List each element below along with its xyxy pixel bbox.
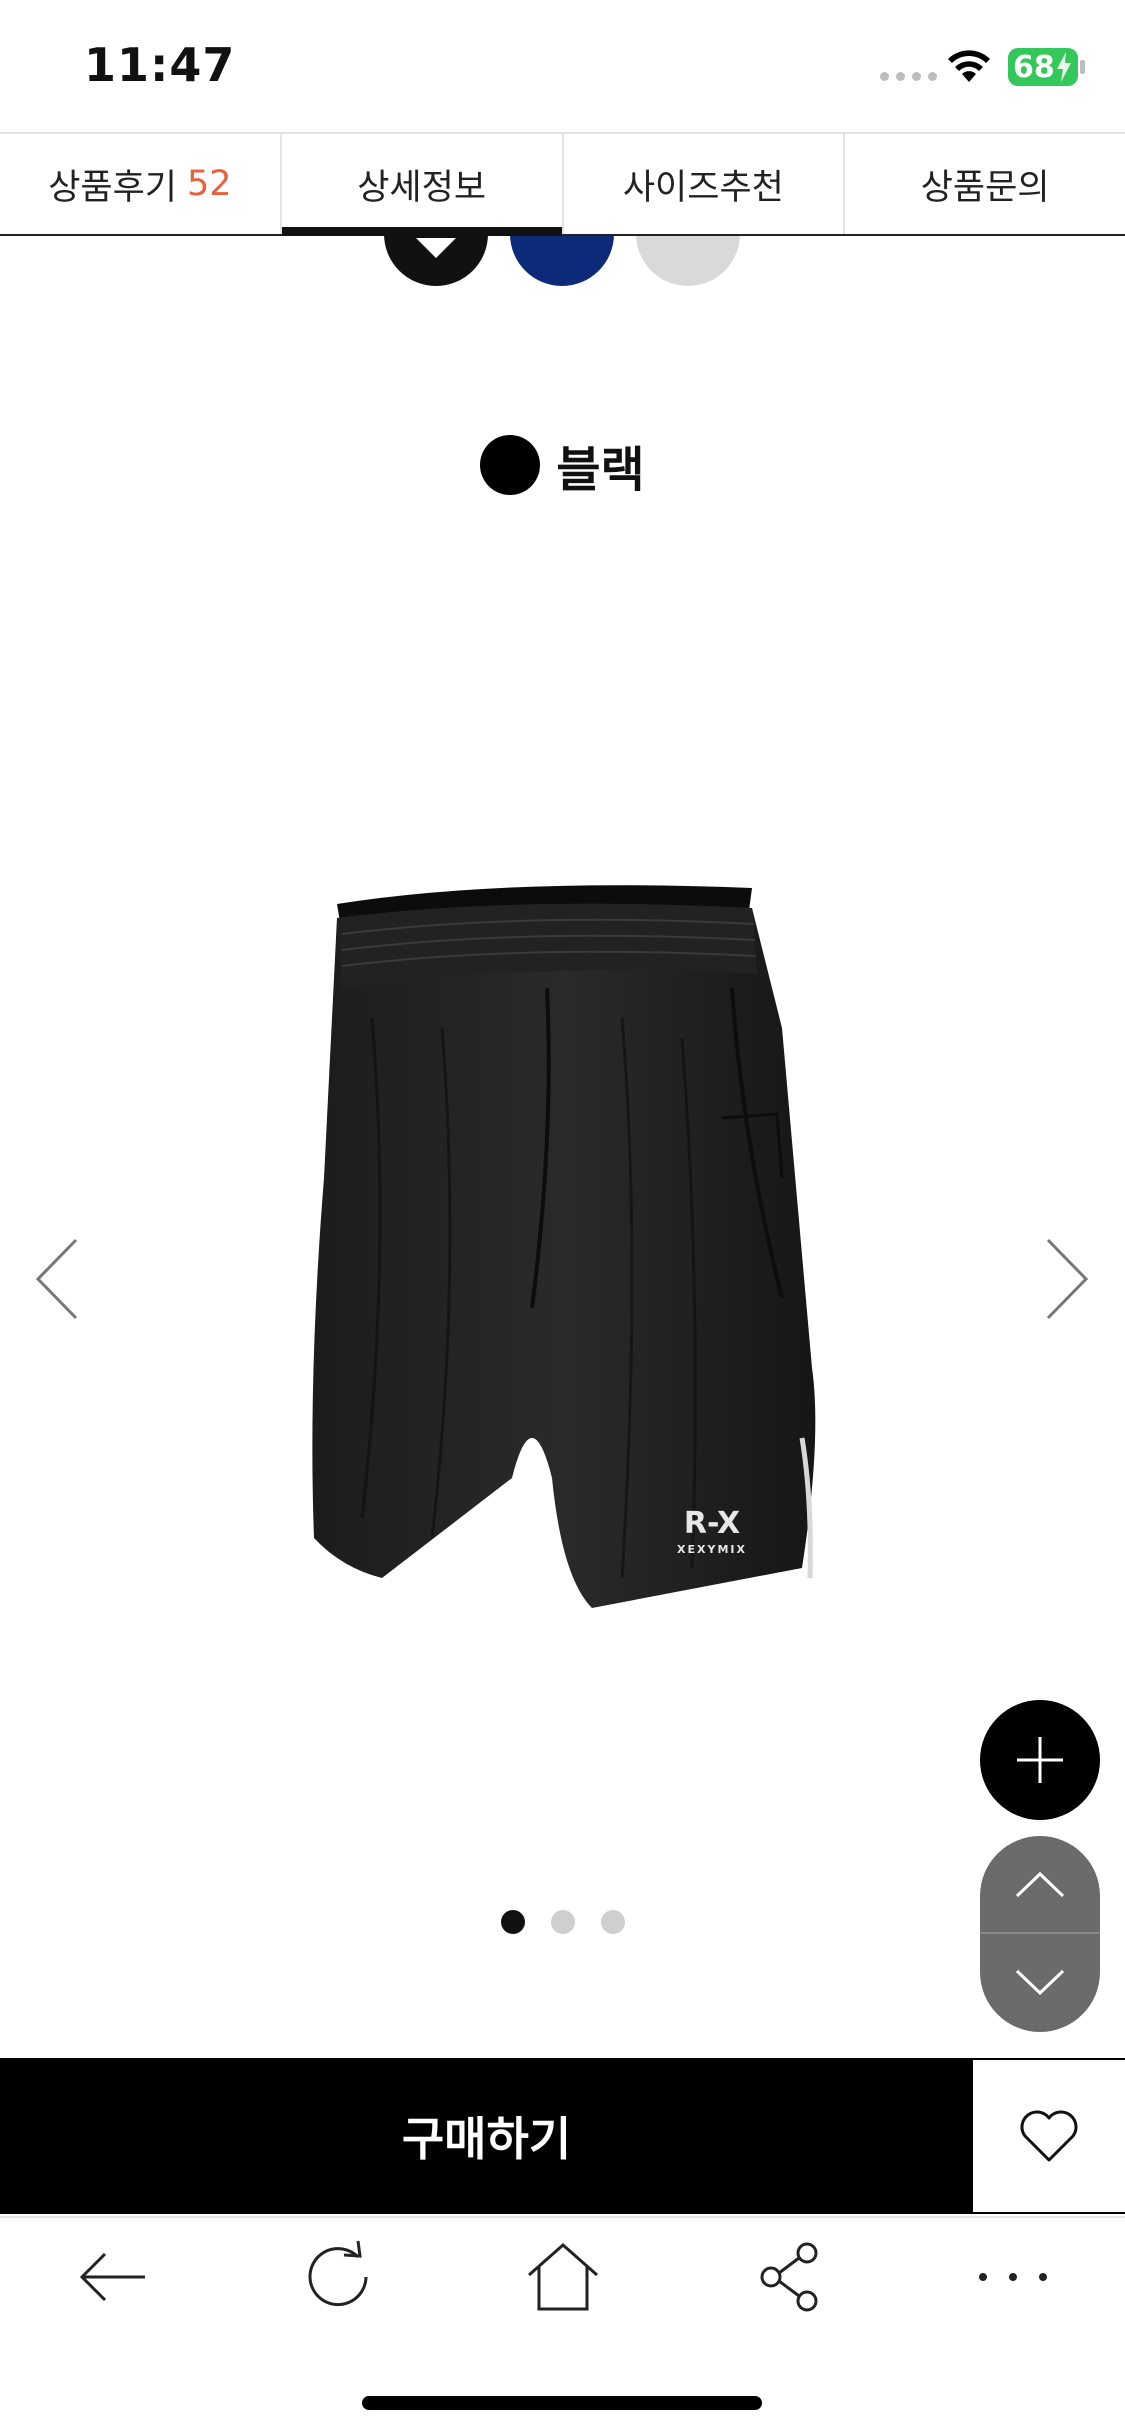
home-indicator bbox=[362, 2396, 762, 2410]
back-arrow-icon bbox=[79, 2252, 145, 2302]
add-button[interactable] bbox=[980, 1700, 1100, 1820]
battery-cap bbox=[1080, 60, 1085, 74]
charging-bolt-icon bbox=[1057, 52, 1071, 82]
wifi-icon bbox=[948, 50, 990, 82]
tab-details[interactable]: 상세정보 bbox=[281, 134, 564, 236]
chevron-up-icon bbox=[1015, 1871, 1065, 1898]
tab-details-label: 상세정보 bbox=[357, 167, 487, 208]
scroll-bottom-button[interactable] bbox=[980, 1934, 1100, 2032]
selected-check-icon bbox=[416, 238, 456, 258]
product-tabs: 상품후기 52 상세정보 사이즈추천 상품문의 bbox=[0, 132, 1125, 236]
status-time: 11:47 bbox=[84, 38, 236, 92]
more-icon bbox=[978, 2273, 1047, 2281]
tab-reviews-label: 상품후기 bbox=[48, 167, 177, 208]
browser-toolbar bbox=[0, 2216, 1125, 2336]
product-image[interactable]: R-X XEXYMIX bbox=[262, 878, 862, 1618]
share-button[interactable] bbox=[728, 2227, 848, 2327]
carousel-dot[interactable] bbox=[500, 1910, 525, 1934]
product-brand: XEXYMIX bbox=[677, 1543, 747, 1556]
share-icon bbox=[760, 2242, 817, 2312]
plus-icon bbox=[1017, 1737, 1063, 1783]
chevron-down-icon bbox=[1015, 1969, 1065, 1996]
back-button[interactable] bbox=[53, 2227, 173, 2327]
cellular-signal-icon bbox=[880, 72, 937, 81]
tab-size-recommend[interactable]: 사이즈추천 bbox=[564, 134, 846, 234]
carousel-dot[interactable] bbox=[600, 1910, 625, 1934]
carousel-prev-icon[interactable] bbox=[30, 1236, 84, 1322]
tab-inquiry-label: 상품문의 bbox=[920, 167, 1050, 208]
review-count: 52 bbox=[187, 164, 232, 204]
purchase-bar: 구매하기 bbox=[0, 2058, 1125, 2214]
scroll-top-button[interactable] bbox=[980, 1836, 1100, 1934]
battery-level: 68 bbox=[1013, 49, 1055, 85]
refresh-icon bbox=[308, 2240, 367, 2307]
status-bar: 11:47 68 bbox=[0, 0, 1125, 132]
color-name: 블랙 bbox=[556, 442, 645, 498]
carousel-dot[interactable] bbox=[550, 1910, 575, 1934]
scroll-controls bbox=[980, 1836, 1100, 2032]
home-icon bbox=[527, 2242, 598, 2311]
color-dot bbox=[480, 435, 541, 495]
refresh-button[interactable] bbox=[278, 2227, 398, 2327]
home-button[interactable] bbox=[503, 2227, 623, 2327]
more-button[interactable] bbox=[953, 2227, 1073, 2327]
wishlist-button[interactable] bbox=[973, 2058, 1125, 2214]
battery-icon: 68 bbox=[1008, 48, 1078, 86]
product-logo: R-X bbox=[684, 1506, 740, 1541]
carousel-indicator bbox=[0, 1910, 1125, 1934]
heart-icon bbox=[1020, 2110, 1078, 2162]
buy-button[interactable]: 구매하기 bbox=[0, 2058, 973, 2214]
tab-size-label: 사이즈추천 bbox=[622, 167, 784, 208]
tab-reviews[interactable]: 상품후기 52 bbox=[0, 134, 282, 234]
selected-color-label: 블랙 bbox=[0, 430, 1125, 500]
carousel-next-icon[interactable] bbox=[1040, 1236, 1094, 1322]
tab-inquiry[interactable]: 상품문의 bbox=[845, 134, 1125, 234]
